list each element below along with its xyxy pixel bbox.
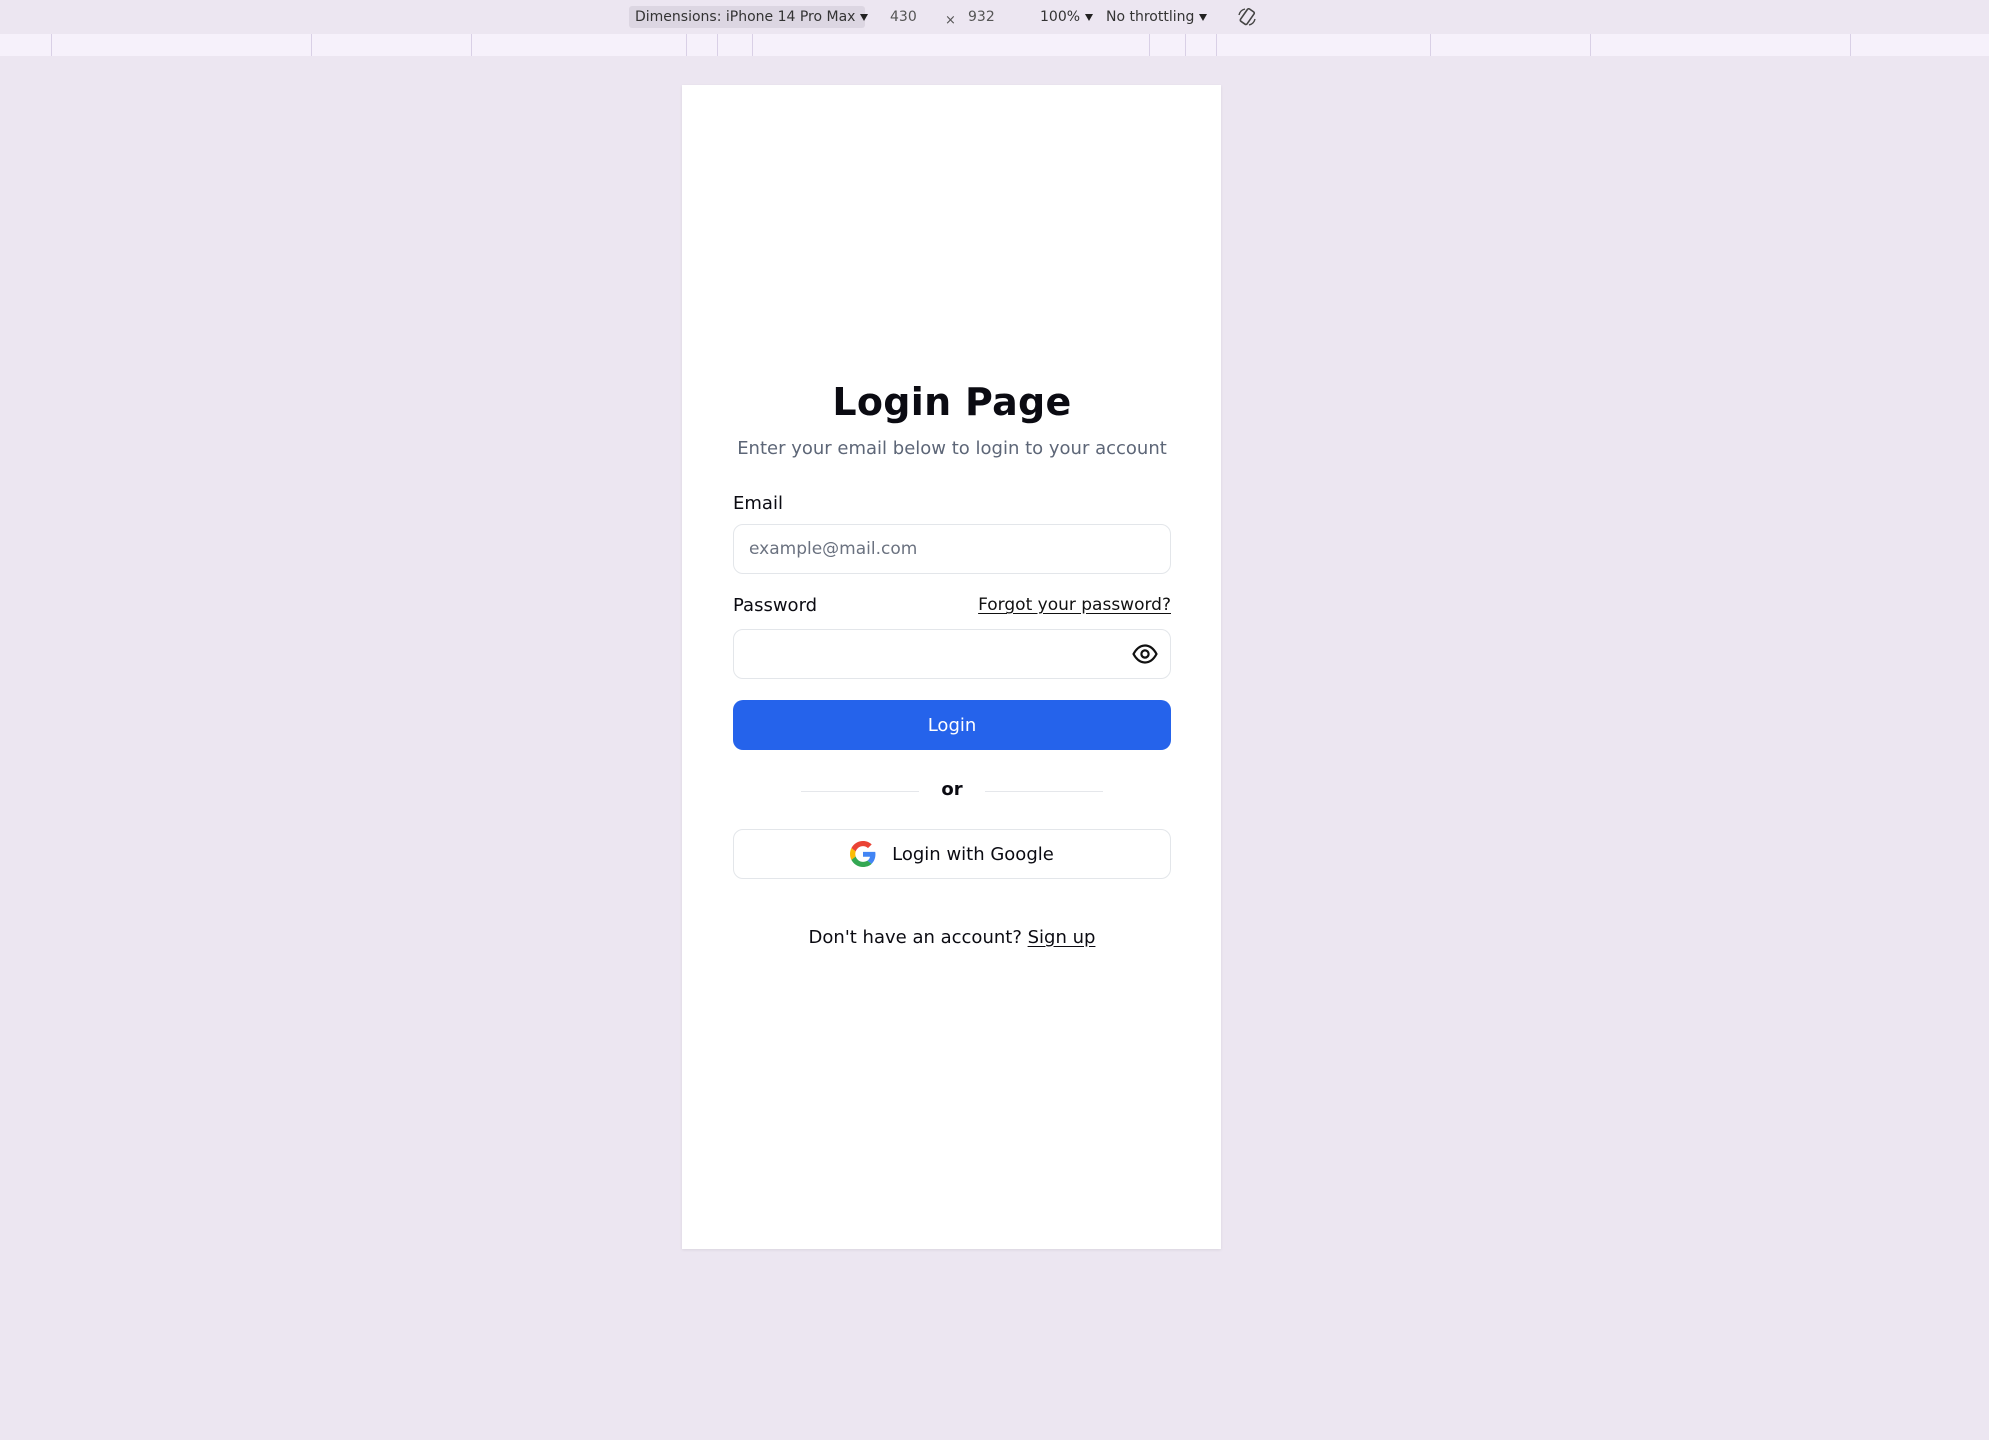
media-query-marker[interactable]	[1590, 34, 1591, 56]
zoom-label: 100%	[1040, 9, 1081, 25]
password-field-wrapper	[733, 629, 1171, 679]
show-password-toggle[interactable]	[1132, 642, 1158, 666]
page-title: Login Page	[832, 380, 1072, 424]
divider-text: or	[941, 779, 963, 800]
chevron-down-icon	[860, 13, 869, 21]
google-login-button[interactable]: Login with Google	[733, 829, 1171, 879]
google-button-label: Login with Google	[892, 843, 1054, 865]
media-query-marker[interactable]	[311, 34, 312, 56]
rotate-icon	[1238, 7, 1256, 26]
media-query-marker[interactable]	[1850, 34, 1851, 56]
media-query-marker[interactable]	[51, 34, 52, 56]
google-icon	[850, 841, 876, 867]
login-button[interactable]: Login	[733, 700, 1171, 750]
media-query-marker[interactable]	[686, 34, 687, 56]
dimensions-dropdown[interactable]: Dimensions: iPhone 14 Pro Max	[629, 6, 869, 28]
zoom-dropdown[interactable]: 100%	[1040, 6, 1094, 28]
media-query-marker[interactable]	[752, 34, 753, 56]
email-label: Email	[733, 493, 783, 514]
media-query-bar	[0, 34, 1989, 56]
device-viewport: Login Page Enter your email below to log…	[682, 85, 1221, 1249]
or-divider: or	[801, 779, 1103, 803]
media-query-marker[interactable]	[1149, 34, 1150, 56]
times-symbol: ×	[945, 12, 956, 28]
signup-link[interactable]: Sign up	[1028, 927, 1096, 948]
dimensions-label: Dimensions: iPhone 14 Pro Max	[635, 9, 856, 25]
page-subtitle: Enter your email below to login to your …	[737, 438, 1167, 459]
media-query-marker[interactable]	[1185, 34, 1186, 56]
email-field[interactable]	[733, 524, 1171, 574]
rotate-button[interactable]	[1235, 6, 1259, 28]
chevron-down-icon	[1085, 13, 1094, 21]
width-input[interactable]: 430	[890, 6, 917, 28]
divider-line	[985, 791, 1103, 792]
throttling-dropdown[interactable]: No throttling	[1106, 6, 1208, 28]
signup-prompt-line: Don't have an account? Sign up	[733, 927, 1171, 948]
password-label: Password	[733, 595, 818, 616]
media-query-marker[interactable]	[471, 34, 472, 56]
media-query-marker[interactable]	[1430, 34, 1431, 56]
throttling-label: No throttling	[1106, 9, 1195, 25]
password-field[interactable]	[733, 629, 1171, 679]
media-query-marker[interactable]	[1216, 34, 1217, 56]
eye-icon	[1132, 644, 1158, 664]
forgot-password-link[interactable]: Forgot your password?	[978, 595, 1171, 615]
device-toolbar: Dimensions: iPhone 14 Pro Max 430 × 932 …	[0, 0, 1989, 34]
height-input[interactable]: 932	[968, 6, 995, 28]
signup-prompt: Don't have an account?	[808, 927, 1022, 948]
chevron-down-icon	[1199, 13, 1208, 21]
media-query-marker[interactable]	[717, 34, 718, 56]
